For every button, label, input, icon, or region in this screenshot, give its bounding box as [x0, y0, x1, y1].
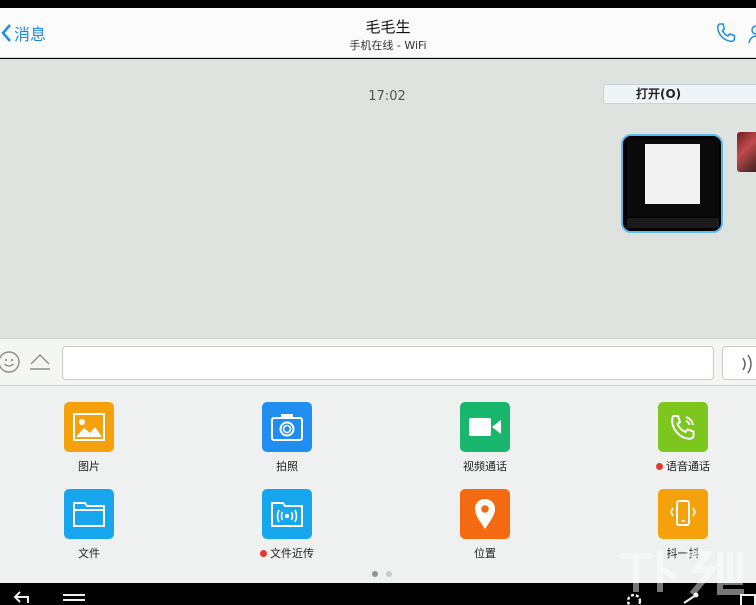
page-dot: [386, 571, 392, 577]
person-icon: [748, 25, 756, 44]
location-icon: [460, 489, 510, 539]
image-message[interactable]: [621, 134, 723, 233]
camera-icon: [262, 402, 312, 452]
tile-file[interactable]: 文件: [44, 489, 134, 561]
tile-camera[interactable]: 拍照: [242, 402, 332, 474]
more-button[interactable]: [748, 21, 756, 45]
back-nav-button[interactable]: [6, 587, 34, 605]
emoji-icon: [0, 351, 20, 373]
phone-call-button[interactable]: [714, 21, 738, 45]
open-button[interactable]: 打开(O): [603, 84, 756, 104]
page-indicator: [372, 571, 392, 577]
red-dot-badge: [260, 550, 267, 557]
tile-label: 图片: [78, 460, 100, 473]
back-arrow-icon: [13, 591, 29, 603]
phone-icon: [716, 23, 736, 43]
voice-call-icon: [658, 402, 708, 452]
chat-area[interactable]: 17:02 打开(O): [0, 59, 756, 338]
contact-name: 毛毛生: [365, 18, 411, 36]
image-thumbnail: [627, 139, 719, 217]
menu-nav-button[interactable]: [60, 587, 88, 605]
chevron-up-icon: [30, 354, 50, 370]
video-call-icon: [460, 402, 510, 452]
red-dot-badge: [656, 463, 663, 470]
nearby-file-icon: [262, 489, 312, 539]
tile-label: 位置: [474, 547, 496, 560]
image-icon: [64, 402, 114, 452]
tile-voice-call[interactable]: 语音通话: [638, 402, 728, 474]
tile-label: 文件近传: [242, 545, 332, 561]
chevron-left-icon: [1, 24, 11, 42]
folder-icon: [64, 489, 114, 539]
chat-header: 消息 毛毛生 手机在线 - WiFi: [0, 8, 756, 58]
watermark-logo: [620, 550, 744, 596]
tile-label: 语音通话: [638, 458, 728, 474]
tile-label: 拍照: [276, 460, 298, 473]
page-dot-active: [372, 571, 378, 577]
status-bar: [0, 0, 756, 8]
tile-label: 文件: [78, 547, 100, 560]
tile-image[interactable]: 图片: [44, 402, 134, 474]
expand-button[interactable]: [28, 351, 52, 373]
contact-status: 手机在线 - WiFi: [349, 39, 427, 52]
tile-label: 视频通话: [463, 460, 507, 473]
message-input[interactable]: [62, 346, 714, 380]
menu-icon: [63, 594, 85, 601]
shake-icon: [658, 489, 708, 539]
voice-wave-icon: [742, 354, 752, 374]
message-timestamp: 17:02: [368, 89, 406, 104]
tile-nearby-file[interactable]: 文件近传: [242, 489, 332, 561]
back-label: 消息: [14, 25, 47, 44]
back-button[interactable]: 消息: [0, 22, 46, 44]
avatar[interactable]: [737, 132, 756, 172]
input-bar: [0, 338, 756, 386]
tile-video-call[interactable]: 视频通话: [440, 402, 530, 474]
emoji-button[interactable]: [0, 349, 22, 375]
tile-location[interactable]: 位置: [440, 489, 530, 561]
voice-button[interactable]: [722, 346, 756, 380]
